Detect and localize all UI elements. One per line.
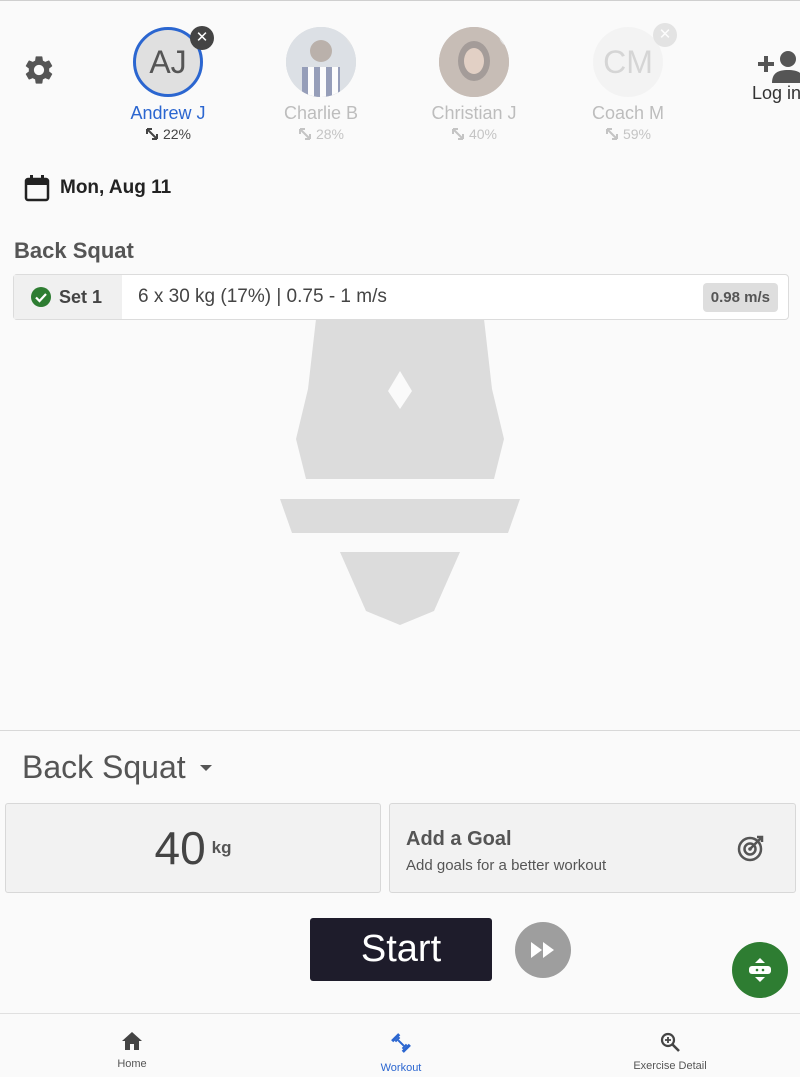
nav-home[interactable]: Home bbox=[62, 1032, 202, 1070]
add-person-icon bbox=[758, 51, 800, 83]
athlete-coach[interactable]: CM ✕ Coach M 59% bbox=[563, 23, 693, 142]
athlete-name: Christian J bbox=[431, 103, 517, 123]
avatar-initials: CM bbox=[603, 43, 653, 80]
athlete-charlie[interactable]: ✕ Charlie B 28% bbox=[256, 27, 386, 142]
exercise-title: Back Squat bbox=[14, 238, 134, 263]
device-connect-button[interactable] bbox=[732, 942, 788, 998]
set-label: Set 1 bbox=[59, 286, 103, 307]
athlete-percent: 22% bbox=[162, 126, 192, 142]
athlete-name: Coach M bbox=[591, 103, 665, 123]
avatar[interactable]: AJ ✕ bbox=[133, 26, 214, 97]
nav-workout-label: Workout bbox=[380, 1062, 422, 1074]
avatar[interactable]: CM ✕ bbox=[593, 23, 677, 97]
athlete-name: Andrew J bbox=[130, 103, 206, 123]
dumbbell-icon bbox=[391, 1033, 411, 1053]
fast-forward-icon bbox=[531, 942, 554, 958]
athlete-christian[interactable]: ✕ Christian J 40% bbox=[409, 27, 539, 142]
athlete-andrew[interactable]: AJ ✕ Andrew J 22% bbox=[103, 26, 233, 142]
avatar[interactable]: ✕ bbox=[286, 27, 356, 97]
check-circle-icon bbox=[31, 287, 51, 307]
athlete-name: Charlie B bbox=[283, 103, 359, 123]
set-row[interactable]: Set 1 6 x 30 kg (17%) | 0.75 - 1 m/s 0.9… bbox=[13, 274, 789, 320]
device-placeholder-illustration bbox=[280, 319, 520, 625]
remove-athlete-icon[interactable]: ✕ bbox=[190, 26, 214, 50]
weight-value: 40 bbox=[154, 822, 206, 874]
date-label: Mon, Aug 11 bbox=[60, 177, 172, 198]
bottom-navigation: Home Workout Exercise Detail bbox=[0, 1013, 800, 1077]
resize-arrows-icon bbox=[145, 128, 158, 140]
set-velocity-badge: 0.98 m/s bbox=[702, 282, 778, 312]
dropdown-caret-icon bbox=[199, 764, 212, 771]
settings-gear-icon[interactable] bbox=[22, 53, 56, 87]
start-button[interactable]: Start bbox=[310, 918, 492, 981]
workout-date[interactable]: Mon, Aug 11 bbox=[24, 174, 171, 202]
add-goal-card[interactable]: Add a Goal Add goals for a better workou… bbox=[389, 803, 796, 893]
sensor-device-icon bbox=[749, 958, 771, 982]
weight-input[interactable]: 40 kg bbox=[5, 803, 381, 893]
resize-arrows-icon bbox=[451, 128, 464, 140]
weight-unit: kg bbox=[211, 838, 232, 857]
zoom-search-icon bbox=[660, 1032, 680, 1052]
nav-workout[interactable]: Workout bbox=[331, 1032, 471, 1074]
athlete-percent: 28% bbox=[315, 126, 345, 142]
nav-home-label: Home bbox=[117, 1058, 147, 1070]
exercise-dropdown[interactable]: Back Squat bbox=[22, 749, 214, 786]
calendar-icon bbox=[24, 175, 50, 202]
resize-arrows-icon bbox=[298, 128, 311, 140]
home-icon bbox=[122, 1032, 142, 1050]
athlete-percent: 59% bbox=[622, 126, 652, 142]
nav-exercise-detail[interactable]: Exercise Detail bbox=[600, 1032, 740, 1072]
set-detail: 6 x 30 kg (17%) | 0.75 - 1 m/s bbox=[138, 286, 387, 307]
resize-arrows-icon bbox=[605, 128, 618, 140]
remove-athlete-icon[interactable]: ✕ bbox=[653, 23, 677, 47]
avatar[interactable]: ✕ bbox=[439, 27, 509, 97]
avatar-initials: AJ bbox=[149, 43, 187, 80]
exercise-select-label: Back Squat bbox=[22, 749, 186, 785]
athlete-percent: 40% bbox=[468, 126, 498, 142]
nav-exercise-detail-label: Exercise Detail bbox=[633, 1060, 707, 1072]
login-button[interactable]: Log in bbox=[752, 49, 800, 104]
panel-divider bbox=[0, 730, 800, 731]
login-label: Log in bbox=[752, 83, 800, 103]
skip-forward-button[interactable] bbox=[515, 922, 571, 978]
target-icon bbox=[737, 835, 764, 862]
